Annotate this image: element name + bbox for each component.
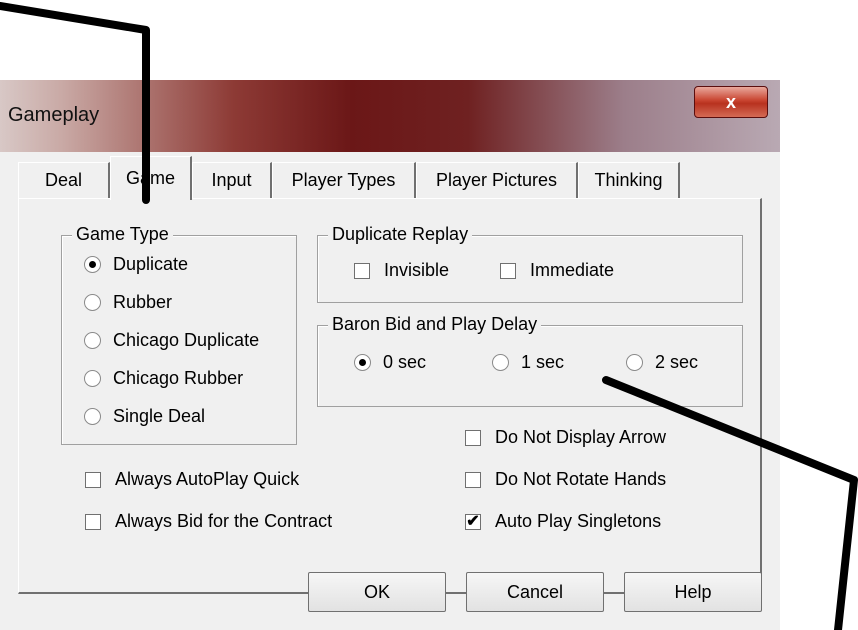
- checkbox[interactable]: ✔: [465, 513, 481, 530]
- duplicate-replay-group: Duplicate Replay Invisible Immediate: [317, 224, 743, 303]
- game-tab-panel: Game Type Duplicate Rubber Chicago Dupli…: [18, 198, 762, 594]
- title-bar[interactable]: Gameplay x: [0, 80, 780, 152]
- radio-label: Duplicate: [113, 254, 189, 274]
- radio-single-deal[interactable]: Single Deal: [84, 406, 205, 427]
- radio-label: Chicago Rubber: [113, 368, 244, 388]
- checkbox[interactable]: [465, 429, 481, 446]
- radio-chicago-duplicate[interactable]: Chicago Duplicate: [84, 330, 259, 351]
- tab-input[interactable]: Input: [192, 162, 272, 198]
- radio-button[interactable]: [626, 354, 643, 371]
- radio-button[interactable]: [354, 354, 371, 371]
- game-type-group: Game Type Duplicate Rubber Chicago Dupli…: [61, 224, 297, 445]
- radio-duplicate[interactable]: Duplicate: [84, 254, 188, 275]
- checkbox-always-bid-contract[interactable]: Always Bid for the Contract: [85, 511, 332, 532]
- checkbox-immediate[interactable]: Immediate: [500, 260, 614, 281]
- radio-label: Single Deal: [113, 406, 206, 426]
- radio-button[interactable]: [84, 256, 101, 273]
- radio-1-sec[interactable]: 1 sec: [492, 352, 564, 373]
- radio-button[interactable]: [84, 408, 101, 425]
- checkbox-do-not-rotate-hands[interactable]: Do Not Rotate Hands: [465, 469, 666, 490]
- close-icon: x: [725, 91, 736, 112]
- radio-button[interactable]: [84, 294, 101, 311]
- checkbox-label: Do Not Rotate Hands: [495, 469, 667, 489]
- radio-2-sec[interactable]: 2 sec: [626, 352, 698, 373]
- checkbox-label: Invisible: [384, 260, 450, 280]
- ok-button[interactable]: OK: [308, 572, 446, 612]
- checkbox[interactable]: [465, 471, 481, 488]
- checkbox[interactable]: [85, 513, 101, 530]
- help-button[interactable]: Help: [624, 572, 762, 612]
- duplicate-replay-title: Duplicate Replay: [328, 224, 473, 245]
- radio-label: 0 sec: [383, 352, 427, 372]
- checkbox-label: Immediate: [530, 260, 615, 280]
- checkbox[interactable]: [85, 471, 101, 488]
- checkbox-label: Do Not Display Arrow: [495, 427, 667, 447]
- checkbox-do-not-display-arrow[interactable]: Do Not Display Arrow: [465, 427, 666, 448]
- tab-player-pictures[interactable]: Player Pictures: [416, 162, 578, 198]
- checkbox-label: Always AutoPlay Quick: [115, 469, 300, 489]
- baron-delay-title: Baron Bid and Play Delay: [328, 314, 542, 335]
- baron-delay-group: Baron Bid and Play Delay 0 sec 1 sec 2 s…: [317, 314, 743, 407]
- radio-chicago-rubber[interactable]: Chicago Rubber: [84, 368, 243, 389]
- gameplay-dialog: Gameplay x Deal Game Input Player Types …: [0, 80, 780, 630]
- radio-button[interactable]: [492, 354, 509, 371]
- checkbox-label: Always Bid for the Contract: [115, 511, 333, 531]
- checkbox-label: Auto Play Singletons: [495, 511, 662, 531]
- game-type-title: Game Type: [72, 224, 173, 245]
- radio-0-sec[interactable]: 0 sec: [354, 352, 426, 373]
- checkbox-auto-play-singletons[interactable]: ✔ Auto Play Singletons: [465, 511, 661, 532]
- checkbox-always-autoplay-quick[interactable]: Always AutoPlay Quick: [85, 469, 299, 490]
- radio-label: Chicago Duplicate: [113, 330, 260, 350]
- tab-thinking[interactable]: Thinking: [578, 162, 680, 198]
- window-title: Gameplay: [8, 104, 100, 126]
- close-button[interactable]: x: [694, 86, 768, 118]
- radio-button[interactable]: [84, 332, 101, 349]
- radio-label: 1 sec: [521, 352, 565, 372]
- cancel-button[interactable]: Cancel: [466, 572, 604, 612]
- radio-label: 2 sec: [655, 352, 699, 372]
- checkbox[interactable]: [354, 262, 370, 279]
- tab-strip: Deal Game Input Player Types Player Pict…: [0, 156, 780, 202]
- tab-game[interactable]: Game: [110, 156, 192, 200]
- radio-label: Rubber: [113, 292, 173, 312]
- radio-button[interactable]: [84, 370, 101, 387]
- radio-rubber[interactable]: Rubber: [84, 292, 172, 313]
- tab-player-types[interactable]: Player Types: [272, 162, 416, 198]
- tab-deal[interactable]: Deal: [18, 162, 110, 198]
- checkbox-invisible[interactable]: Invisible: [354, 260, 449, 281]
- checkbox[interactable]: [500, 262, 516, 279]
